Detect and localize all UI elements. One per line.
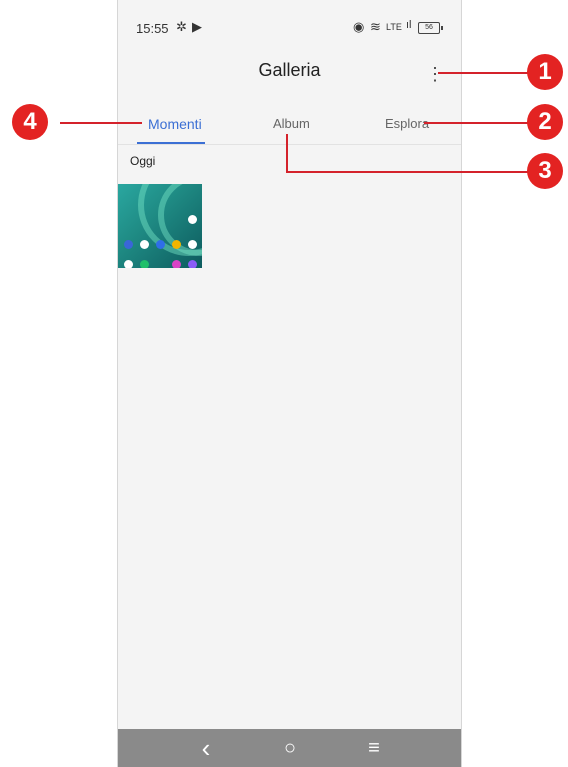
tab-momenti[interactable]: Momenti <box>148 116 202 132</box>
app-icon-dot <box>156 240 165 249</box>
callout-badge-3: 3 <box>527 153 563 189</box>
tab-album[interactable]: Album <box>273 116 310 131</box>
callout-badge-4: 4 <box>12 104 48 140</box>
tab-esplora[interactable]: Esplora <box>385 116 429 131</box>
app-icon-dot <box>124 240 133 249</box>
app-icon-dot <box>140 260 149 268</box>
section-header: Oggi <box>130 154 156 168</box>
recents-icon[interactable]: ≡ <box>362 736 386 760</box>
wifi-icon: ≋ <box>370 19 381 34</box>
callout-line-2 <box>424 122 530 124</box>
settings-icon: ✲ <box>176 19 187 34</box>
more-options-icon[interactable]: ⋮ <box>426 64 444 84</box>
app-icon-dot <box>188 215 197 224</box>
callout-line-4 <box>60 122 142 124</box>
tab-bar: Momenti Album Esplora <box>118 108 461 145</box>
callout-badge-2: 2 <box>527 104 563 140</box>
app-icon-dot <box>124 260 133 268</box>
nfc-icon: ◉ <box>353 19 365 34</box>
status-bar: 15:55 ✲ ▶ ◉ ≋ LTE ıl 56 <box>118 0 461 48</box>
signal-icon: ıl <box>406 19 412 31</box>
lte-icon: LTE <box>386 22 402 32</box>
navigation-bar: ‹ ○ ≡ <box>118 729 461 767</box>
status-time: 15:55 <box>136 21 169 36</box>
active-tab-indicator <box>137 142 205 144</box>
photo-thumbnail[interactable] <box>118 184 202 268</box>
phone-screen: 15:55 ✲ ▶ ◉ ≋ LTE ıl 56 Galleria ⋮ Momen… <box>117 0 462 767</box>
app-icon-dot <box>172 260 181 268</box>
home-icon[interactable]: ○ <box>278 736 302 760</box>
app-icon-dot <box>188 240 197 249</box>
callout-line-3-vertical <box>286 134 288 172</box>
callout-line-1 <box>438 72 530 74</box>
app-icon-dot <box>188 260 197 268</box>
callout-badge-1: 1 <box>527 54 563 90</box>
battery-icon: 56 <box>418 22 443 34</box>
back-icon[interactable]: ‹ <box>194 735 218 761</box>
app-icon-dot <box>172 240 181 249</box>
app-title: Galleria <box>258 60 321 80</box>
app-icon-dot <box>140 240 149 249</box>
callout-line-3 <box>286 171 530 173</box>
play-store-icon: ▶ <box>192 19 202 34</box>
